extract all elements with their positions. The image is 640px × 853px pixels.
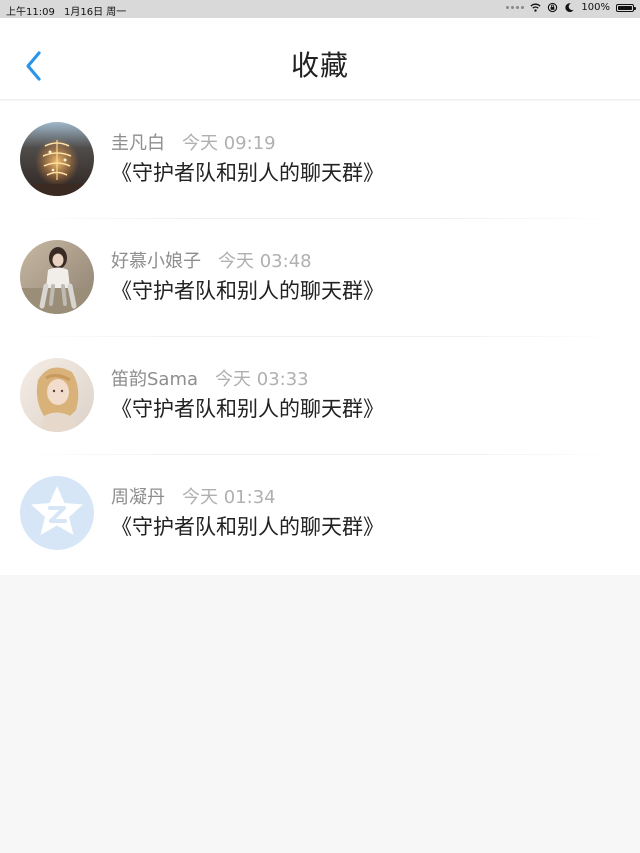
wifi-icon (530, 3, 541, 12)
avatar (20, 122, 94, 196)
moon-icon (565, 3, 575, 13)
default-star-avatar-icon (20, 476, 94, 550)
page-title: 收藏 (290, 49, 349, 82)
nav-bar: 收藏 (0, 18, 640, 100)
item-meta: 好慕小娘子 今天 03:48 (111, 250, 312, 274)
timestamp: 今天 03:48 (218, 251, 312, 272)
item-meta: 笛韵Sama 今天 03:33 (111, 368, 309, 392)
signal-icon (506, 6, 525, 9)
favorite-message: 《守护者队和别人的聊天群》 (111, 397, 384, 421)
status-right: 100% (506, 2, 636, 13)
favorite-item[interactable]: 笛韵Sama 今天 03:33 《守护者队和别人的聊天群》 (0, 337, 640, 455)
status-left: 上午11:09 1月16日 周一 (6, 3, 132, 18)
favorite-item[interactable]: 圭凡白 今天 09:19 《守护者队和别人的聊天群》 (0, 101, 640, 219)
avatar (20, 358, 94, 432)
item-meta: 圭凡白 今天 09:19 (111, 132, 276, 156)
favorite-message: 《守护者队和别人的聊天群》 (111, 515, 384, 539)
sender-name: 周凝丹 (111, 487, 165, 508)
avatar (20, 240, 94, 314)
battery-percent: 100% (581, 2, 610, 13)
status-time: 上午11:09 (6, 7, 55, 18)
sender-name: 笛韵Sama (111, 369, 199, 390)
timestamp: 今天 01:34 (182, 487, 276, 508)
status-date: 1月16日 周一 (64, 7, 127, 18)
sender-name: 圭凡白 (111, 133, 165, 154)
favorite-item[interactable]: 好慕小娘子 今天 03:48 《守护者队和别人的聊天群》 (0, 219, 640, 337)
favorite-item[interactable]: 周凝丹 今天 01:34 《守护者队和别人的聊天群》 (0, 455, 640, 575)
favorite-message: 《守护者队和别人的聊天群》 (111, 279, 384, 303)
avatar (20, 476, 94, 550)
favorites-list: 圭凡白 今天 09:19 《守护者队和别人的聊天群》 好慕小娘子 今天 03:4… (0, 101, 640, 575)
battery-icon (616, 3, 636, 12)
sender-name: 好慕小娘子 (111, 251, 201, 272)
timestamp: 今天 03:33 (215, 369, 309, 390)
favorite-message: 《守护者队和别人的聊天群》 (111, 161, 384, 185)
timestamp: 今天 09:19 (182, 133, 276, 154)
rotation-lock-icon (548, 2, 558, 13)
status-bar: 上午11:09 1月16日 周一 100% (0, 0, 640, 18)
item-meta: 周凝丹 今天 01:34 (111, 486, 276, 510)
